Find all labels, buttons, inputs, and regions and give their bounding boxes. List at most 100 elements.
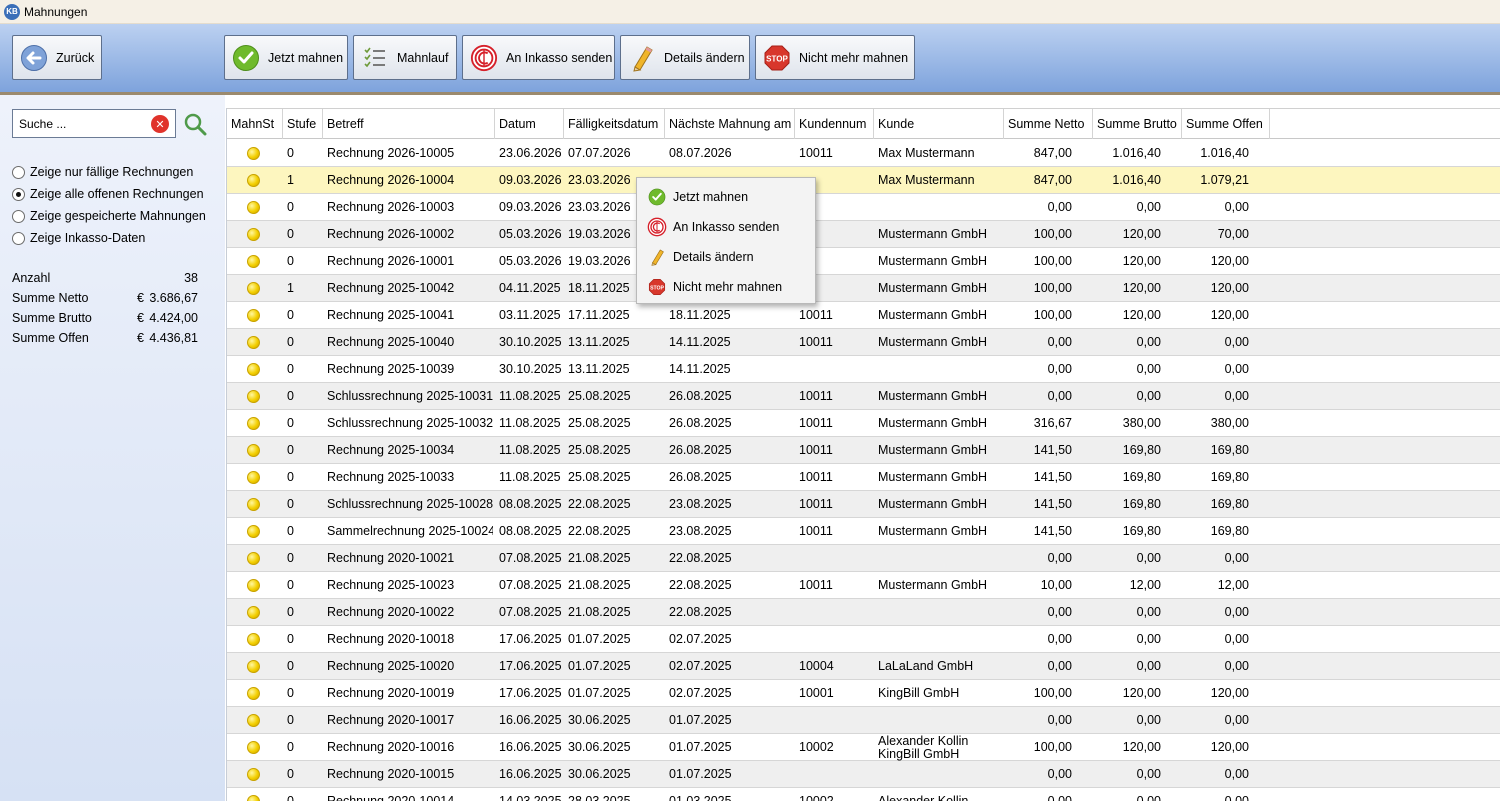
cell-due-date: 01.07.2025 — [568, 686, 631, 700]
status-dot-icon — [247, 741, 260, 754]
status-dot-icon — [247, 525, 260, 538]
cell-subject: Rechnung 2020-10016 — [327, 740, 455, 754]
cell-level: 0 — [287, 524, 294, 538]
cell-sum-open: 0,00 — [1224, 389, 1249, 403]
remind-now-label: Jetzt mahnen — [268, 50, 344, 65]
cell-subject: Rechnung 2026-10005 — [327, 146, 455, 160]
table-row[interactable]: 0 Rechnung 2026-10005 23.06.2026 07.07.2026… — [227, 140, 1500, 167]
table-row[interactable]: 0 Rechnung 2020-10015 16.06.2025 30.06.2025… — [227, 761, 1500, 788]
stop-reminding-button[interactable]: STOP Nicht mehr mahnen — [755, 35, 915, 80]
column-header-sum-gross[interactable]: Summe Brutto — [1093, 109, 1182, 139]
cell-next-reminder: 01.07.2025 — [669, 767, 732, 781]
reminders-table[interactable]: MahnSt Stufe Betreff Datum Fälligkeitsdatum N… — [226, 108, 1500, 801]
filter-open-invoices-radio[interactable]: Zeige alle offenen Rechnungen — [12, 185, 204, 203]
context-menu-item-stop-reminding[interactable]: STOP Nicht mehr mahnen — [637, 272, 815, 302]
cell-customer-number: 10011 — [799, 578, 833, 592]
cell-level: 1 — [287, 173, 294, 187]
table-row[interactable]: 0 Rechnung 2026-10001 05.03.2026 19.03.2026… — [227, 248, 1500, 275]
table-row[interactable]: 0 Rechnung 2020-10014 14.03.2025 28.03.2025… — [227, 788, 1500, 801]
table-row[interactable]: 0 Rechnung 2025-10040 30.10.2025 13.11.2025… — [227, 329, 1500, 356]
table-row[interactable]: 0 Rechnung 2020-10022 07.08.2025 21.08.2025… — [227, 599, 1500, 626]
table-row[interactable]: 0 Rechnung 2025-10039 30.10.2025 13.11.2025… — [227, 356, 1500, 383]
remind-now-button[interactable]: Jetzt mahnen — [224, 35, 348, 80]
table-row[interactable]: 0 Sammelrechnung 2025-10024 08.08.2025 22.0… — [227, 518, 1500, 545]
cell-sum-gross: 0,00 — [1136, 389, 1161, 403]
cell-customer-number: 10011 — [799, 308, 833, 322]
context-menu-label: Nicht mehr mahnen — [673, 280, 783, 294]
table-row[interactable]: 0 Rechnung 2020-10018 17.06.2025 01.07.2025… — [227, 626, 1500, 653]
cell-date: 30.10.2025 — [499, 362, 562, 376]
filter-panel: Suche ... ✕ Zeige nur fällige Rechnungen… — [0, 95, 225, 801]
table-row[interactable]: 1 Rechnung 2026-10004 09.03.2026 23.03.2026… — [227, 167, 1500, 194]
cell-date: 11.08.2025 — [499, 443, 561, 457]
table-row[interactable]: 0 Schlussrechnung 2025-10032 11.08.2025 25.… — [227, 410, 1500, 437]
cell-customer-number: 10011 — [799, 146, 833, 160]
table-row[interactable]: 1 Rechnung 2025-10042 04.11.2025 18.11.2025… — [227, 275, 1500, 302]
context-menu-item-edit-details[interactable]: Details ändern — [637, 242, 815, 272]
filter-collection-data-radio[interactable]: Zeige Inkasso-Daten — [12, 229, 145, 247]
cell-customer-number: 10001 — [799, 686, 834, 700]
collection-icon — [647, 217, 667, 237]
column-header-date[interactable]: Datum — [495, 109, 564, 139]
cell-level: 0 — [287, 200, 294, 214]
cell-sum-net: 10,00 — [1040, 578, 1072, 592]
search-input[interactable]: Suche ... ✕ — [12, 109, 176, 138]
edit-details-button[interactable]: Details ändern — [620, 35, 750, 80]
search-icon[interactable] — [183, 112, 207, 136]
table-row[interactable]: 0 Rechnung 2025-10020 17.06.2025 01.07.2025… — [227, 653, 1500, 680]
status-dot-icon — [247, 201, 260, 214]
cell-sum-net: 847,00 — [1033, 146, 1072, 160]
cell-due-date: 21.08.2025 — [568, 578, 631, 592]
cell-next-reminder: 26.08.2025 — [669, 416, 732, 430]
column-header-customer-number[interactable]: Kundennum — [795, 109, 874, 139]
cell-sum-net: 0,00 — [1047, 632, 1072, 646]
context-menu-item-send-to-collection[interactable]: An Inkasso senden — [637, 212, 815, 242]
stat-sum-open: Summe Offen € 4.436,81 — [12, 331, 198, 349]
column-header-customer[interactable]: Kunde — [874, 109, 1004, 139]
send-to-collection-button[interactable]: An Inkasso senden — [462, 35, 615, 80]
cell-sum-gross: 120,00 — [1122, 281, 1161, 295]
filter-due-invoices-radio[interactable]: Zeige nur fällige Rechnungen — [12, 163, 193, 181]
table-row[interactable]: 0 Rechnung 2025-10033 11.08.2025 25.08.2025… — [227, 464, 1500, 491]
table-row[interactable]: 0 Rechnung 2020-10021 07.08.2025 21.08.2025… — [227, 545, 1500, 572]
table-row[interactable]: 0 Rechnung 2020-10019 17.06.2025 01.07.2025… — [227, 680, 1500, 707]
table-row[interactable]: 0 Rechnung 2020-10016 16.06.2025 30.06.2025… — [227, 734, 1500, 761]
cell-due-date: 22.08.2025 — [568, 497, 631, 511]
cell-due-date: 01.07.2025 — [568, 659, 631, 673]
column-header-subject[interactable]: Betreff — [323, 109, 495, 139]
stat-value: 3.686,67 — [149, 291, 198, 305]
table-row[interactable]: 0 Rechnung 2025-10023 07.08.2025 21.08.2025… — [227, 572, 1500, 599]
cell-customer: Max Mustermann — [878, 173, 975, 187]
filter-saved-reminders-radio[interactable]: Zeige gespeicherte Mahnungen — [12, 207, 206, 225]
column-header-next-reminder[interactable]: Nächste Mahnung am — [665, 109, 795, 139]
table-row[interactable]: 0 Schlussrechnung 2025-10031 11.08.2025 25.… — [227, 383, 1500, 410]
column-header-level[interactable]: Stufe — [283, 109, 323, 139]
status-dot-icon — [247, 417, 260, 430]
clear-search-icon[interactable]: ✕ — [151, 115, 169, 133]
back-button[interactable]: Zurück — [12, 35, 102, 80]
cell-level: 0 — [287, 389, 294, 403]
table-row[interactable]: 0 Rechnung 2026-10002 05.03.2026 19.03.2026… — [227, 221, 1500, 248]
cell-sum-net: 100,00 — [1033, 281, 1072, 295]
context-menu-item-remind-now[interactable]: Jetzt mahnen — [637, 182, 815, 212]
cell-subject: Rechnung 2026-10002 — [327, 227, 455, 241]
table-row[interactable]: 0 Schlussrechnung 2025-10028 08.08.2025 22.… — [227, 491, 1500, 518]
cell-sum-gross: 0,00 — [1136, 713, 1161, 727]
table-row[interactable]: 0 Rechnung 2026-10003 09.03.2026 23.03.2026… — [227, 194, 1500, 221]
cell-next-reminder: 14.11.2025 — [669, 335, 731, 349]
cell-customer-number: 10011 — [799, 335, 833, 349]
column-header-sum-net[interactable]: Summe Netto — [1004, 109, 1093, 139]
column-header-due-date[interactable]: Fälligkeitsdatum — [564, 109, 665, 139]
column-header-sum-open[interactable]: Summe Offen — [1182, 109, 1270, 139]
cell-date: 11.08.2025 — [499, 470, 561, 484]
cell-level: 0 — [287, 632, 294, 646]
table-row[interactable]: 0 Rechnung 2020-10017 16.06.2025 30.06.2025… — [227, 707, 1500, 734]
column-header-status[interactable]: MahnSt — [227, 109, 283, 139]
table-row[interactable]: 0 Rechnung 2025-10041 03.11.2025 17.11.2025… — [227, 302, 1500, 329]
table-row[interactable]: 0 Rechnung 2025-10034 11.08.2025 25.08.2025… — [227, 437, 1500, 464]
cell-level: 0 — [287, 686, 294, 700]
cell-customer: Mustermann GmbH — [878, 443, 988, 457]
cell-subject: Rechnung 2025-10042 — [327, 281, 455, 295]
dunning-run-button[interactable]: Mahnlauf — [353, 35, 457, 80]
cell-next-reminder: 22.08.2025 — [669, 551, 732, 565]
